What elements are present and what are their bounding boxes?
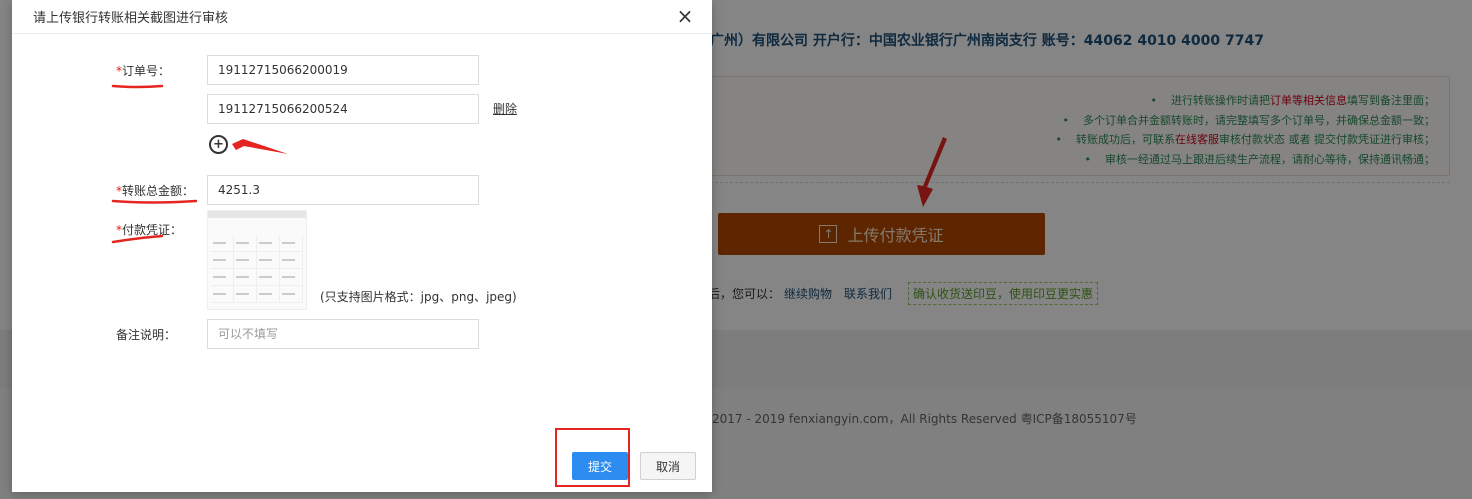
dialog-title: 请上传银行转账相关截图进行审核: [33, 11, 229, 26]
payment-voucher-label: *付款凭证：: [116, 223, 183, 237]
transfer-amount-label: *转账总金额：: [116, 184, 195, 198]
order-number-label: *订单号：: [116, 64, 171, 78]
voucher-image-thumbnail[interactable]: [207, 210, 307, 310]
upload-dialog: 请上传银行转账相关截图进行审核 × *订单号： 删除 + *转账总金额： *付款…: [12, 0, 712, 492]
plus-icon: +: [213, 137, 224, 152]
order-number-input-2[interactable]: [207, 94, 479, 124]
remark-label: 备注说明：: [116, 328, 177, 342]
dialog-header: 请上传银行转账相关截图进行审核 ×: [12, 0, 712, 34]
annotation-box: [555, 428, 630, 487]
remark-input[interactable]: [207, 319, 479, 349]
delete-order-link[interactable]: 删除: [493, 100, 517, 117]
close-icon[interactable]: ×: [674, 4, 696, 28]
add-order-button[interactable]: +: [209, 135, 228, 154]
order-number-input-1[interactable]: [207, 55, 479, 85]
cancel-button[interactable]: 取消: [640, 452, 696, 480]
image-format-hint: (只支持图片格式：jpg、png、jpeg): [320, 290, 517, 304]
transfer-amount-input[interactable]: [207, 175, 479, 205]
